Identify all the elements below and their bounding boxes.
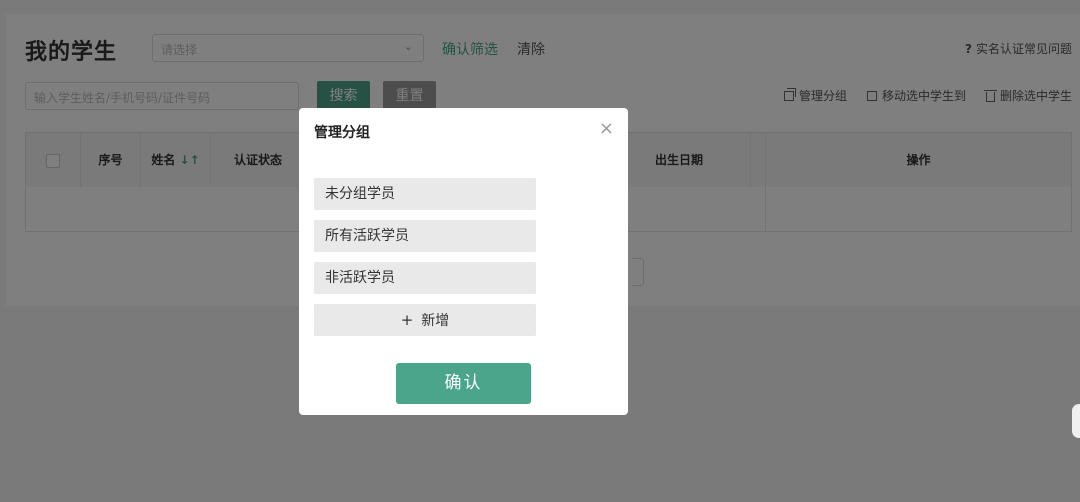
modal-title: 管理分组: [314, 125, 370, 141]
floating-side-button[interactable]: [1072, 404, 1080, 438]
add-group-label: 新增: [421, 313, 450, 329]
group-item-ungrouped[interactable]: 未分组学员: [314, 178, 536, 210]
group-item-inactive[interactable]: 非活跃学员: [314, 262, 536, 294]
plus-icon: +: [400, 311, 414, 329]
add-group-button[interactable]: + 新增: [314, 304, 536, 336]
group-item-all-active[interactable]: 所有活跃学员: [314, 220, 536, 252]
modal-confirm-button[interactable]: 确认: [396, 363, 531, 404]
close-icon[interactable]: ×: [599, 120, 614, 138]
manage-groups-modal: 管理分组 × 未分组学员 所有活跃学员 非活跃学员 + 新增 确认: [299, 108, 628, 415]
